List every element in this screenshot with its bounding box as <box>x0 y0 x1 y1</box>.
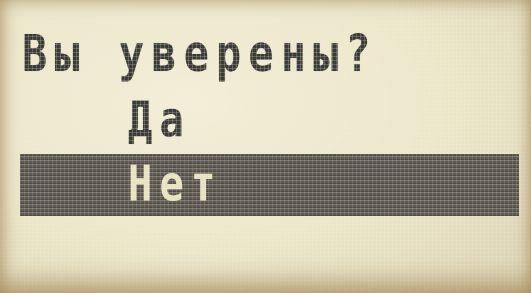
option-yes[interactable]: Да <box>128 96 191 145</box>
lcd-screen: Вы уверены? Да Нет <box>0 0 531 293</box>
confirm-prompt: Вы уверены? <box>22 23 378 84</box>
option-no[interactable]: Нет <box>128 160 222 209</box>
option-no-highlight[interactable]: Нет <box>20 154 519 216</box>
